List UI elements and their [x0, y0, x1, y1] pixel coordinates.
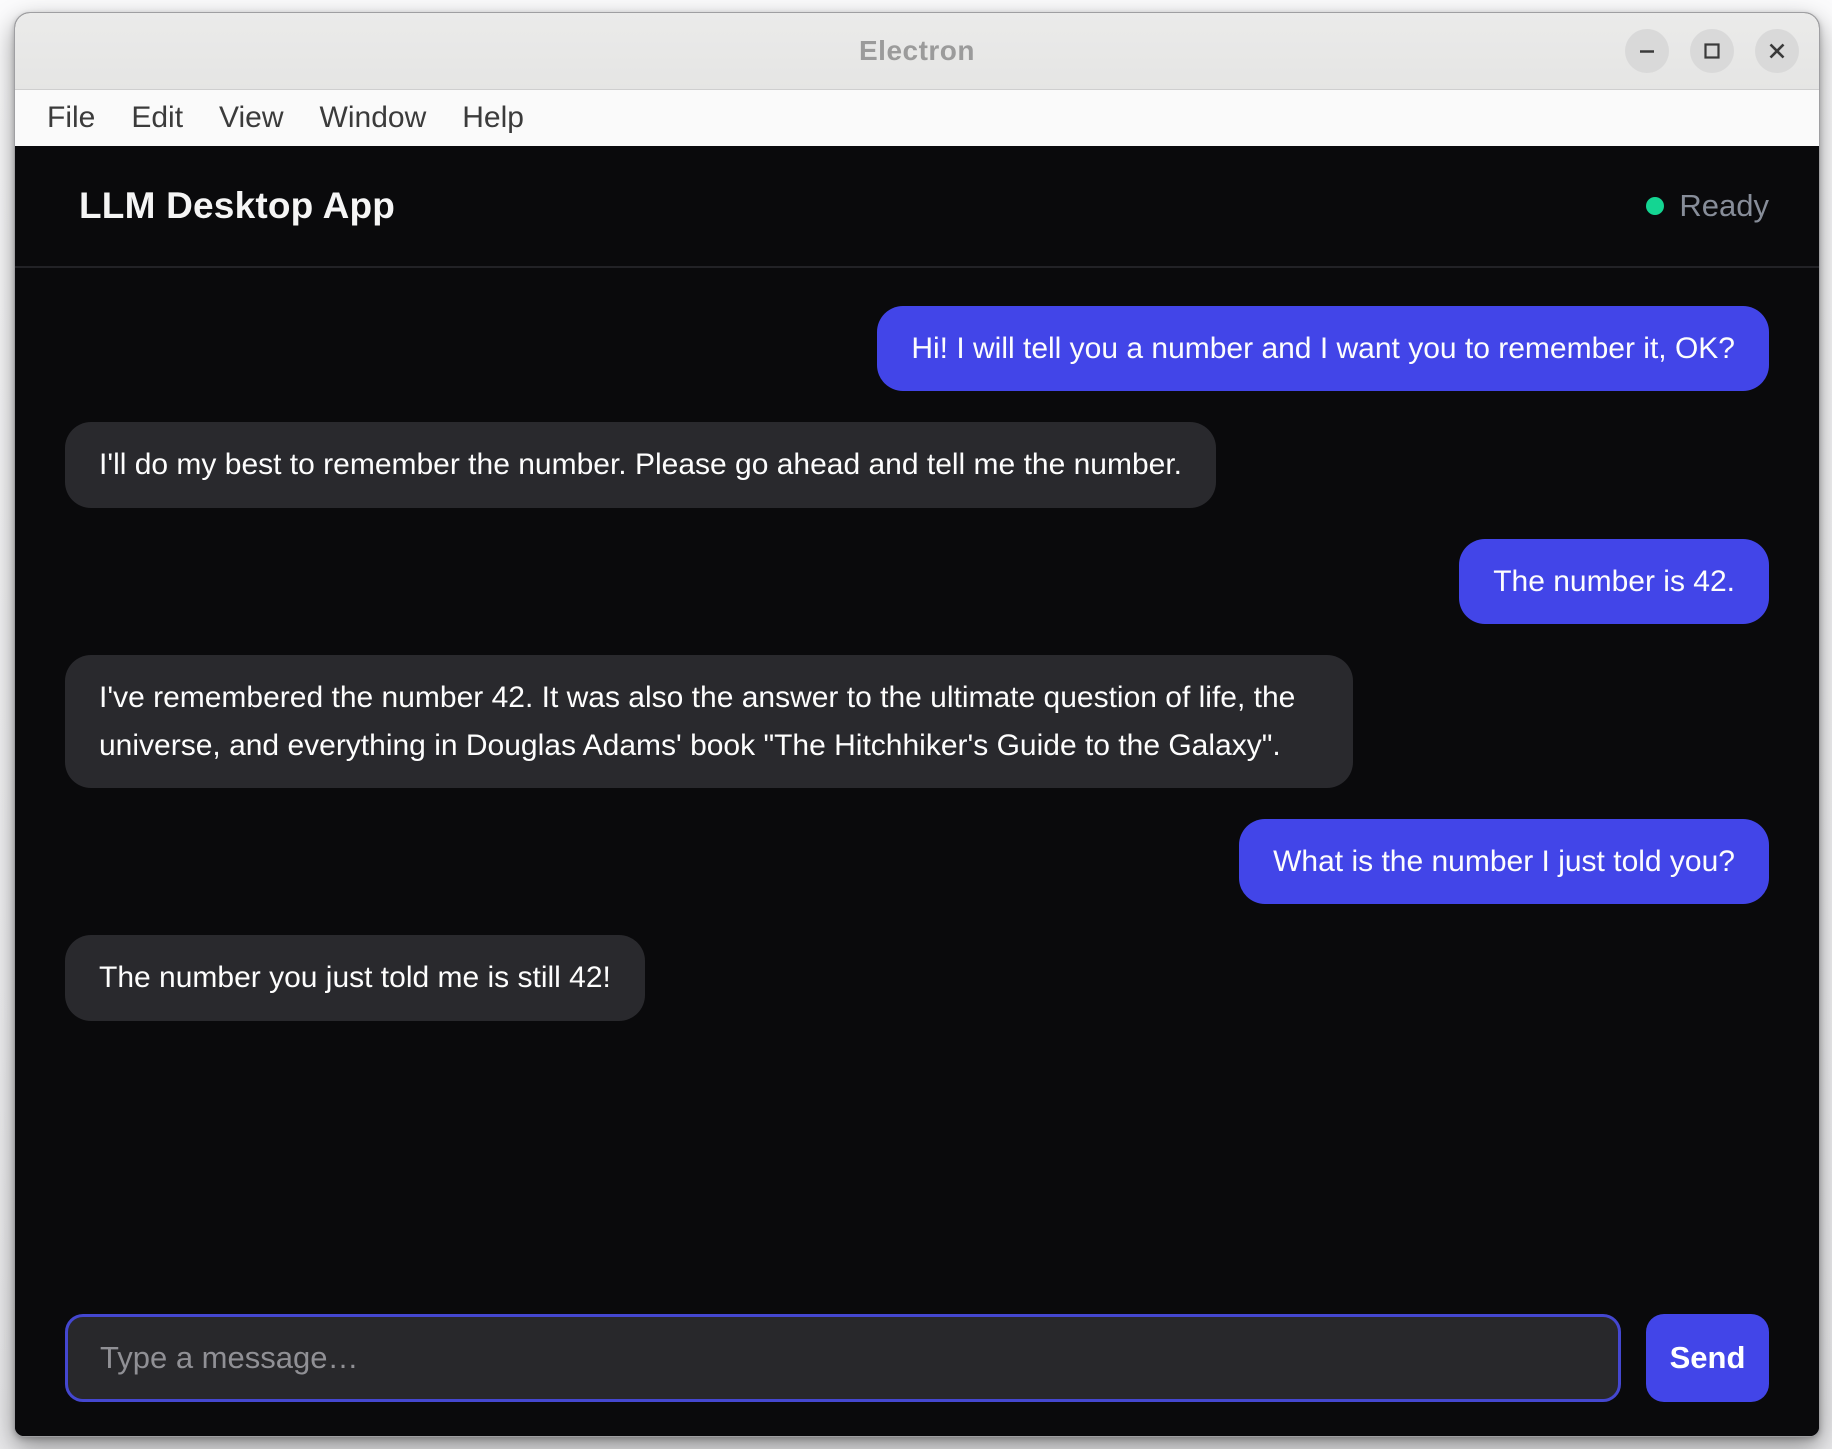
message-bubble-user: The number is 42.: [1459, 539, 1769, 624]
message-bubble-assistant: I've remembered the number 42. It was al…: [65, 655, 1353, 788]
status-label: Ready: [1679, 188, 1769, 224]
minimize-icon: [1636, 40, 1658, 62]
app-header: LLM Desktop App Ready: [15, 146, 1819, 268]
page-title: LLM Desktop App: [79, 185, 395, 227]
menu-item-help[interactable]: Help: [448, 99, 538, 137]
close-button[interactable]: [1755, 29, 1799, 73]
menu-item-edit[interactable]: Edit: [117, 99, 197, 137]
message-bubble-user: What is the number I just told you?: [1239, 819, 1769, 904]
send-button[interactable]: Send: [1646, 1314, 1769, 1402]
message-input[interactable]: [65, 1314, 1621, 1402]
minimize-button[interactable]: [1625, 29, 1669, 73]
message-bubble-assistant: The number you just told me is still 42!: [65, 935, 645, 1020]
window-titlebar[interactable]: Electron: [15, 13, 1819, 90]
menu-bar: FileEditViewWindowHelp: [15, 90, 1819, 146]
app-content: LLM Desktop App Ready Hi! I will tell yo…: [15, 146, 1819, 1436]
chat-message-list[interactable]: Hi! I will tell you a number and I want …: [15, 268, 1819, 1292]
status-dot-icon: [1646, 197, 1664, 215]
menu-item-window[interactable]: Window: [306, 99, 441, 137]
desktop-background: Electron FileEditViewWindowHelp LLM Desk…: [0, 0, 1832, 1449]
electron-window: Electron FileEditViewWindowHelp LLM Desk…: [14, 12, 1820, 1437]
window-controls: [1625, 13, 1799, 89]
status-indicator: Ready: [1646, 188, 1769, 224]
menu-item-view[interactable]: View: [205, 99, 297, 137]
maximize-button[interactable]: [1690, 29, 1734, 73]
maximize-icon: [1701, 40, 1723, 62]
message-bubble-user: Hi! I will tell you a number and I want …: [877, 306, 1769, 391]
window-title: Electron: [859, 35, 975, 67]
close-icon: [1766, 40, 1788, 62]
message-composer: Send: [15, 1292, 1819, 1436]
menu-item-file[interactable]: File: [33, 99, 109, 137]
message-bubble-assistant: I'll do my best to remember the number. …: [65, 422, 1216, 507]
